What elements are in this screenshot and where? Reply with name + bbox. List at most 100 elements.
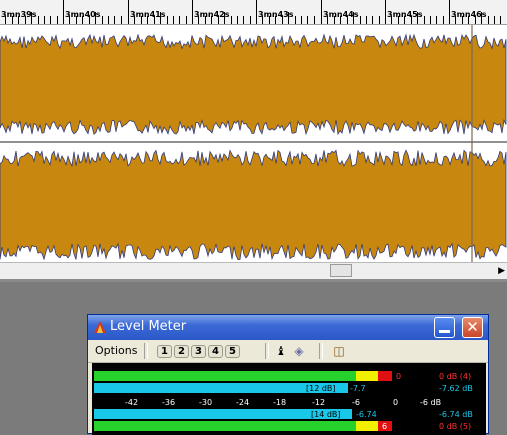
ruler-minor-tick — [237, 16, 238, 24]
ruler-minor-tick — [121, 16, 122, 24]
diamond-icon[interactable]: ◈ — [291, 344, 307, 359]
waveform-svg — [0, 25, 507, 262]
ruler-minor-tick — [295, 16, 296, 24]
minimize-button[interactable] — [434, 317, 455, 338]
ruler-minor-tick — [147, 16, 148, 24]
ruler-minor-tick — [379, 16, 380, 24]
ruler-minor-tick — [307, 16, 308, 24]
scroll-right-arrow-icon[interactable]: ▶ — [498, 266, 505, 276]
ruler-minor-tick — [500, 16, 501, 24]
ruler-minor-tick — [481, 12, 482, 24]
speaker-icon[interactable]: ♝ — [273, 344, 289, 359]
scrollbar-thumb[interactable] — [330, 264, 352, 277]
ruler-minor-tick — [134, 16, 135, 24]
time-ruler[interactable]: 3mn39s 3mn40s 3mn41s 3mn42s 3mn43s 3mn44s 3mn4… — [0, 0, 507, 25]
scale-tick: 0 — [393, 398, 399, 407]
waveform-channel — [0, 33, 507, 136]
ruler-minor-tick — [398, 16, 399, 24]
ruler-minor-tick — [95, 12, 96, 24]
toolbar-separator — [144, 343, 148, 359]
ruler-minor-tick — [314, 16, 315, 24]
channel2-current-value: -6.74 — [356, 410, 377, 419]
channel2-peak-label: [14 dB] — [311, 410, 341, 419]
channel1-clip-bar — [378, 371, 392, 381]
ruler-minor-tick — [218, 16, 219, 24]
ruler-minor-tick — [424, 16, 425, 24]
waveform-channel — [0, 149, 507, 261]
ruler-minor-tick — [243, 16, 244, 24]
ruler-major-tick — [128, 0, 129, 24]
preset-button-3[interactable]: 3 — [191, 345, 206, 358]
ruler-minor-tick — [141, 16, 142, 24]
channel2-peak-readout: 0 dB (5) — [439, 422, 472, 431]
toolbar-separator — [265, 343, 269, 359]
scale-tick: -30 — [199, 398, 213, 407]
preset-button-4[interactable]: 4 — [208, 345, 223, 358]
close-button[interactable]: ✕ — [462, 317, 483, 338]
level-meter-display: 0 0 dB (4) [12 dB] -7.7 -7.62 dB -42 -36… — [92, 363, 486, 435]
channel2-warning-bar — [356, 421, 378, 431]
ruler-minor-tick — [347, 16, 348, 24]
ruler-minor-tick — [250, 16, 251, 24]
scale-tick: -24 — [236, 398, 250, 407]
ruler-minor-tick — [198, 16, 199, 24]
book-icon[interactable]: ◫ — [331, 344, 347, 359]
level-meter-window[interactable]: Level Meter ✕ Options 1 2 3 4 5 ♝ ◈ ◫ 0 … — [87, 314, 489, 435]
ruler-minor-tick — [57, 16, 58, 24]
scale-tick: -42 — [125, 398, 139, 407]
ruler-minor-tick — [275, 16, 276, 24]
ruler-minor-tick — [38, 16, 39, 24]
options-menu[interactable]: Options — [95, 344, 137, 357]
ruler-minor-tick — [25, 16, 26, 24]
horizontal-scrollbar[interactable]: ▶ — [0, 262, 507, 279]
ruler-minor-tick — [69, 16, 70, 24]
minimize-icon — [439, 330, 450, 333]
ruler-minor-tick — [436, 16, 437, 24]
ruler-minor-tick — [167, 16, 168, 24]
scale-tick: -18 — [273, 398, 287, 407]
ruler-minor-tick — [430, 16, 431, 24]
ruler-minor-tick — [154, 16, 155, 24]
ruler-minor-tick — [411, 16, 412, 24]
ruler-minor-tick — [455, 16, 456, 24]
ruler-minor-tick — [160, 12, 161, 24]
ruler-minor-tick — [417, 12, 418, 24]
ruler-minor-tick — [334, 16, 335, 24]
ruler-minor-tick — [205, 16, 206, 24]
scale-tick: -6 dB — [420, 398, 442, 407]
preset-button-1[interactable]: 1 — [157, 345, 172, 358]
channel1-current-value: -7.7 — [350, 384, 366, 393]
ruler-minor-tick — [404, 16, 405, 24]
ruler-minor-tick — [50, 16, 51, 24]
ruler-minor-tick — [224, 12, 225, 24]
preset-button-5[interactable]: 5 — [225, 345, 240, 358]
ruler-minor-tick — [391, 16, 392, 24]
ruler-minor-tick — [372, 16, 373, 24]
ruler-minor-tick — [366, 16, 367, 24]
channel1-warning-bar — [356, 371, 378, 381]
ruler-minor-tick — [82, 16, 83, 24]
scale-tick: -36 — [162, 398, 176, 407]
toolbar-separator — [319, 343, 323, 359]
ruler-major-tick — [256, 0, 257, 24]
waveform-view[interactable] — [0, 25, 507, 262]
ruler-major-tick — [449, 0, 450, 24]
ruler-minor-tick — [443, 16, 444, 24]
ruler-minor-tick — [5, 16, 6, 24]
ruler-minor-tick — [468, 16, 469, 24]
ruler-minor-tick — [360, 16, 361, 24]
ruler-minor-tick — [475, 16, 476, 24]
level-meter-titlebar[interactable]: Level Meter ✕ — [88, 315, 488, 340]
ruler-minor-tick — [89, 16, 90, 24]
channel1-level-bar — [94, 371, 356, 381]
ruler-minor-tick — [211, 16, 212, 24]
ruler-major-tick — [321, 0, 322, 24]
ruler-minor-tick — [186, 16, 187, 24]
ruler-minor-tick — [282, 16, 283, 24]
preset-button-2[interactable]: 2 — [174, 345, 189, 358]
level-meter-toolbar: Options 1 2 3 4 5 ♝ ◈ ◫ — [88, 340, 488, 363]
app-logo-icon — [94, 321, 106, 333]
ruler-major-tick — [385, 0, 386, 24]
ruler-minor-tick — [31, 12, 32, 24]
ruler-major-tick — [63, 0, 64, 24]
